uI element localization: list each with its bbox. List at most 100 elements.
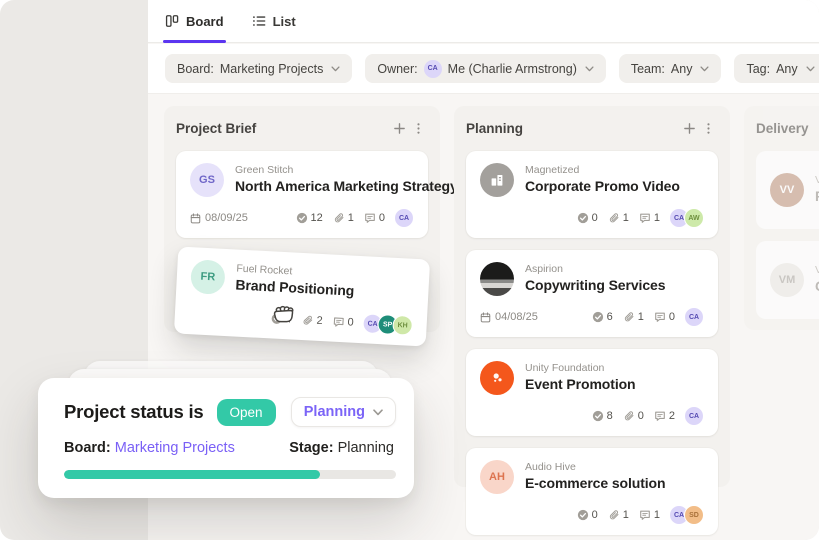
comments-stat: 2 (654, 410, 675, 422)
stat-value: 0 (638, 410, 644, 422)
board-field-label: Board: (64, 440, 111, 456)
stat-value: 1 (654, 509, 660, 521)
card-top: AspirionCopywriting Services (480, 262, 704, 296)
chevron-down-icon (585, 66, 594, 72)
column-planning: Planning MagnetizedCorporate Promo Video 0… (454, 106, 730, 487)
card-company: Aspirion (525, 263, 665, 276)
stage-dropdown[interactable]: Planning (291, 397, 396, 427)
company-logo: GS (190, 163, 224, 197)
card-members: CA (394, 208, 414, 228)
card-members: CA (684, 406, 704, 426)
attachments-stat: 0 (623, 410, 644, 422)
filter-prefix: Team: (631, 62, 665, 76)
building-logo-icon (480, 163, 514, 197)
card-members: CAAW (669, 208, 704, 228)
tab-list[interactable]: List (252, 0, 296, 42)
card-footer: 420CASPKH (188, 304, 413, 336)
card-members: CASD (669, 505, 704, 525)
kanban-card[interactable]: GSGreen StitchNorth America Marketing St… (176, 151, 428, 238)
card-text: MagnetizedCorporate Promo Video (525, 164, 680, 195)
paperclip-icon (623, 410, 635, 422)
comment-icon (654, 311, 666, 323)
stat-value: 1 (638, 311, 644, 323)
view-tabs: Board List (148, 0, 819, 43)
avatar: AW (684, 208, 704, 228)
kanban-card[interactable]: VV VoyageProm (756, 151, 819, 229)
card-footer: 802CA (480, 406, 704, 426)
card-stats: 420 (270, 312, 354, 328)
company-logo: VV (770, 173, 804, 207)
filter-bar: Board:Marketing ProjectsOwner:CAMe (Char… (148, 44, 819, 94)
card-text: VoyageProm (815, 174, 819, 205)
card-stats: 011 (577, 212, 660, 224)
kanban-card[interactable]: VM Verve MConf (756, 241, 819, 319)
filter-prefix: Owner: (377, 62, 417, 76)
filter-chip-board[interactable]: Board:Marketing Projects (165, 54, 352, 83)
card-text: Verve MConf (815, 264, 819, 295)
stat-value: 0 (379, 212, 385, 224)
kanban-card[interactable]: AHAudio HiveE-commerce solution011CASD (466, 448, 718, 535)
filter-chip-owner[interactable]: Owner:CAMe (Charlie Armstrong) (365, 54, 606, 83)
chevron-down-icon (700, 66, 709, 72)
check-circle-icon (296, 212, 308, 224)
stat-value: 1 (623, 509, 629, 521)
kanban-card[interactable]: Unity FoundationEvent Promotion802CA (466, 349, 718, 436)
list-icon (252, 14, 266, 28)
stage-field: Stage: Planning (289, 440, 394, 456)
kanban-card[interactable]: FRFuel RocketBrand Positioning420CASPKH (174, 246, 430, 346)
avatar: KH (392, 315, 413, 336)
card-title: E-commerce solution (525, 474, 665, 492)
stat-value: 2 (669, 410, 675, 422)
comment-icon (332, 316, 345, 329)
avatar: SD (684, 505, 704, 525)
column-menu-button[interactable] (699, 122, 718, 135)
board-field-value[interactable]: Marketing Projects (115, 440, 235, 456)
column-menu-button[interactable] (409, 122, 428, 135)
avatar: CA (394, 208, 414, 228)
card-footer: 04/08/25610CA (480, 307, 704, 327)
card-company: Green Stitch (235, 164, 458, 177)
column-title: Planning (466, 121, 680, 136)
card-top: GSGreen StitchNorth America Marketing St… (190, 163, 414, 197)
filter-prefix: Board: (177, 62, 214, 76)
card-title: Prom (815, 187, 819, 205)
filter-chip-team[interactable]: Team: Any (619, 54, 722, 83)
card-stats: 1210 (296, 212, 386, 224)
paperclip-icon (608, 509, 620, 521)
calendar-icon (480, 312, 491, 323)
card-top: MagnetizedCorporate Promo Video (480, 163, 704, 197)
stat-value: 4 (285, 313, 292, 325)
attachments-stat: 1 (623, 311, 644, 323)
card-text: Audio HiveE-commerce solution (525, 461, 665, 492)
stat-value: 2 (316, 315, 323, 327)
comments-stat: 0 (654, 311, 675, 323)
card-footer: 0 1 1 CASD (480, 505, 704, 525)
tab-board[interactable]: Board (165, 0, 224, 42)
add-card-button[interactable] (390, 122, 409, 135)
column-delivery: DeliveryVVVoyagePromVMVerve MConf (744, 106, 819, 330)
avatar: CA (424, 60, 442, 78)
card-stats: 0 1 1 (577, 509, 660, 521)
card-company: Verve M (815, 264, 819, 277)
attachments-stat: 1 (608, 212, 629, 224)
company-logo: VM (770, 263, 804, 297)
dots-logo-icon (480, 361, 514, 395)
card-company: Magnetized (525, 164, 680, 177)
add-card-button[interactable] (680, 122, 699, 135)
kanban-card[interactable]: MagnetizedCorporate Promo Video 011 CAAW (466, 151, 718, 238)
kanban-card[interactable]: AspirionCopywriting Services04/08/25610C… (466, 250, 718, 337)
tab-label: Board (186, 14, 224, 29)
comment-icon (639, 212, 651, 224)
checks-stat: 0 (577, 509, 598, 521)
status-badge: Open (217, 399, 276, 426)
check-circle-icon (577, 212, 589, 224)
stat-value: 6 (607, 311, 613, 323)
app-window: BoardList Board:Marketing ProjectsOwner:… (0, 0, 819, 540)
comment-icon (654, 410, 666, 422)
comment-icon (364, 212, 376, 224)
filter-value: Any (671, 62, 693, 76)
stage-field-label: Stage: (289, 440, 333, 456)
card-text: Fuel RocketBrand Positioning (235, 263, 355, 300)
card-members: CASPKH (362, 313, 413, 336)
filter-chip-tag[interactable]: Tag:Any (734, 54, 819, 83)
